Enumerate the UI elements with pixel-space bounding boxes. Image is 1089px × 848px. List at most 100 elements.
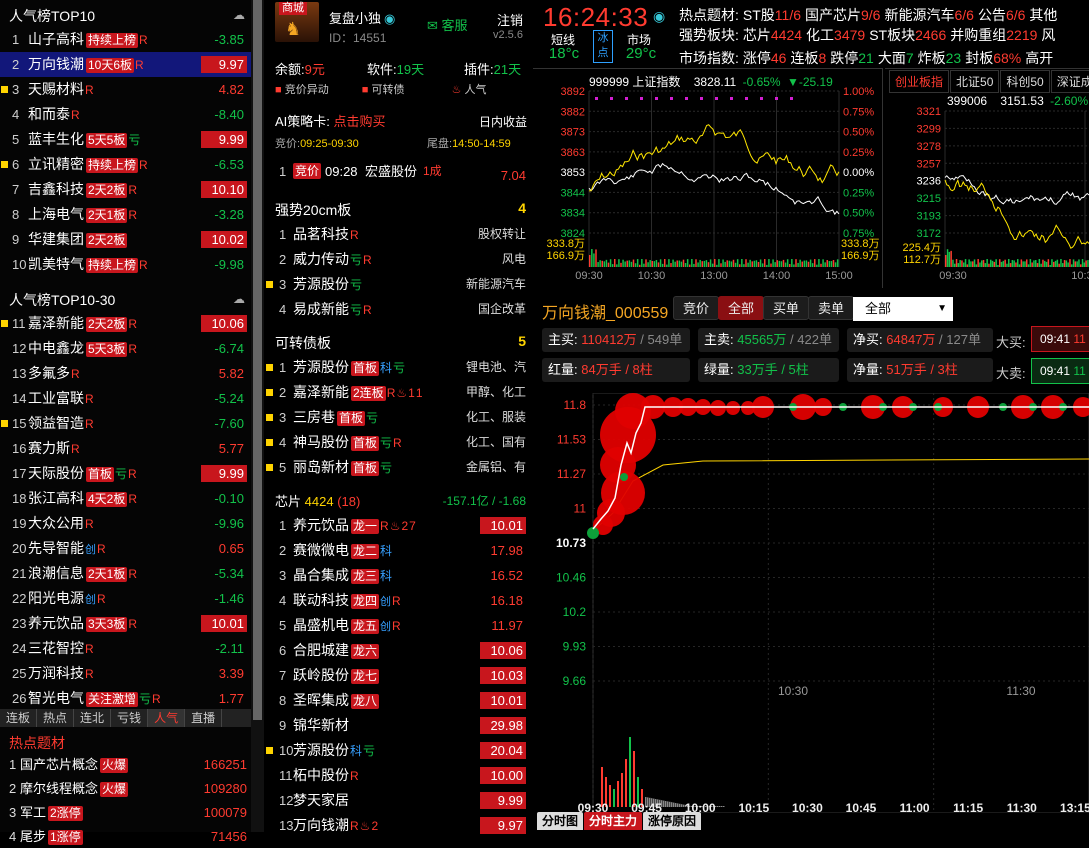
stock-row[interactable]: 17 天际股份 首板 亏R 9.99 (0, 461, 251, 486)
stock-row[interactable]: 3 天赐材料R 4.82 (0, 77, 251, 102)
bottom-tab[interactable]: 涨停原因 (643, 812, 702, 830)
mall-badge[interactable]: 商城 (279, 2, 307, 15)
bottom-tab[interactable]: 分时图 (537, 812, 584, 830)
cloud-icon[interactable]: ☁ (233, 8, 245, 22)
stock-row[interactable]: 3 晶合集成 龙三科 16.52 (265, 563, 532, 588)
stock-row[interactable]: 12 中电鑫龙 5天3板 R -6.74 (0, 336, 251, 361)
big-buy-box[interactable]: 09:41 11 (1031, 326, 1089, 352)
stock-row[interactable]: 1 芳源股份 首板 科亏 锂电池、汽 (265, 355, 532, 380)
hot-topic-row[interactable]: 2 摩尔线程概念 火爆 109280 (0, 777, 251, 800)
stat-name[interactable]: 新能源汽车 (884, 7, 954, 23)
stock-row[interactable]: 19 大众公用R -9.96 (0, 511, 251, 536)
stat-name[interactable]: 风 (1041, 27, 1055, 43)
stock-row[interactable]: 26 智光电气 关注激增 亏R 1.77 (0, 686, 251, 711)
stat-name[interactable]: 其他 (1029, 7, 1057, 23)
stat-name[interactable]: 涨停 (743, 50, 771, 66)
stock-row[interactable]: 11 柘中股份R 10.00 (265, 763, 532, 788)
stock-row[interactable]: 2 嘉泽新能 2连板 R♨11 甲醇、化工 (265, 380, 532, 405)
checkbox-icon[interactable]: ■ (362, 84, 369, 96)
stat-name[interactable]: 公告 (978, 7, 1006, 23)
check-auction[interactable]: 竞价异动 (285, 84, 329, 96)
stock-row[interactable]: 2 赛微微电 龙二科 17.98 (265, 538, 532, 563)
stock-row[interactable]: 10 芳源股份科亏 20.04 (265, 738, 532, 763)
stat-name[interactable]: ST板块 (869, 27, 915, 43)
stat-name[interactable]: 并购重组 (950, 27, 1006, 43)
stock-row[interactable]: 22 阳光电源创R -1.46 (0, 586, 251, 611)
stat-name[interactable]: ST股 (743, 7, 775, 23)
index-chart-2[interactable]: 创业板指北证50科创50深证成指 399006 3151.53 -2.60% 3… (885, 68, 1089, 288)
stock-row[interactable]: 5 晶盛机电 龙五 创R 11.97 (265, 613, 532, 638)
ai-buy-link[interactable]: 点击购买 (334, 114, 386, 129)
stock-row[interactable]: 24 三花智控R -2.11 (0, 636, 251, 661)
bottom-tab[interactable]: 分时主力 (584, 812, 643, 830)
stock-row[interactable]: 18 张江高科 4天2板 R -0.10 (0, 486, 251, 511)
stock-row[interactable]: 4 联动科技 龙四 创R 16.18 (265, 588, 532, 613)
check-popularity[interactable]: 人气 (465, 84, 487, 96)
stat-name[interactable]: 跌停 (830, 50, 858, 66)
hot-topic-row[interactable]: 4 尾步 1涨停 71456 (0, 825, 251, 848)
stock-row[interactable]: 3 芳源股份亏 新能源汽车 (265, 272, 532, 297)
stock-row[interactable]: 15 领益智造R -7.60 (0, 411, 251, 436)
stat-name[interactable]: 大面 (878, 50, 906, 66)
stat-name[interactable]: 化工 (806, 27, 834, 43)
stock-row[interactable]: 21 浪潮信息 2天1板 R -5.34 (0, 561, 251, 586)
hot-topic-row[interactable]: 3 军工 2涨停 100079 (0, 801, 251, 824)
stock-row[interactable]: 13 万向钱潮R♨2 9.97 (265, 813, 532, 838)
stock-row[interactable]: 25 万润科技R 3.39 (0, 661, 251, 686)
left-tab[interactable]: 直播 (185, 709, 223, 727)
intraday-chart[interactable]: 11.8 11.53 11.27 11 10.73 10.46 10.2 9.93 9.66 10… (533, 393, 1089, 813)
left-scroll-thumb[interactable] (253, 0, 262, 720)
stock-row[interactable]: 4 和而泰R -8.40 (0, 102, 251, 127)
stat-name[interactable]: 炸板 (918, 50, 946, 66)
buy-orders-button[interactable]: 买单 (763, 296, 810, 320)
stock-row[interactable]: 7 吉鑫科技 2天2板 R 10.10 (0, 177, 251, 202)
stock-row[interactable]: 2 万向钱潮 10天6板 R 9.97 (0, 52, 251, 77)
stock-row[interactable]: 6 合肥城建 龙六 10.06 (265, 638, 532, 663)
left-tab[interactable]: 亏钱 (111, 709, 149, 727)
stock-row[interactable]: 6 立讯精密 持续上榜 R -6.53 (0, 152, 251, 177)
stock-row[interactable]: 7 跃岭股份 龙七 10.03 (265, 663, 532, 688)
stock-row[interactable]: 4 神马股份 首板 亏R 化工、国有 (265, 430, 532, 455)
stat-name[interactable]: 连板 (790, 50, 818, 66)
big-sell-box[interactable]: 09:41 11 (1031, 358, 1089, 384)
stock-row[interactable]: 5 蓝丰生化 5天5板亏 9.99 (0, 127, 251, 152)
index-chart-1[interactable]: 999999 上证指数 3828.11 -0.65% ▼-25.19 3892 3… (533, 68, 883, 288)
stock-row[interactable]: 10 凯美特气 持续上榜 R -9.98 (0, 252, 251, 277)
stock-row[interactable]: 1 品茗科技R 股权转让 (265, 222, 532, 247)
stat-name[interactable]: 芯片 (743, 27, 771, 43)
stock-row[interactable]: 2 威力传动亏R 风电 (265, 247, 532, 272)
stock-row[interactable]: 14 工业富联R -5.24 (0, 386, 251, 411)
stock-row[interactable]: 12 梦天家居 9.99 (265, 788, 532, 813)
filter-select[interactable]: 全部 ▼ (853, 297, 953, 321)
cloud-icon[interactable]: ☁ (233, 292, 245, 306)
stock-row[interactable]: 20 先导智能创R 0.65 (0, 536, 251, 561)
left-tab[interactable]: 连板 (0, 709, 38, 727)
stock-row[interactable]: 13 多氟多R 5.82 (0, 361, 251, 386)
stock-row[interactable]: 1 山子高科 持续上榜 R -3.85 (0, 27, 251, 52)
auction-button[interactable]: 竞价 (673, 296, 720, 320)
stock-row[interactable]: 8 圣晖集成 龙八 10.01 (265, 688, 532, 713)
stock-row[interactable]: 3 三房巷 首板亏 化工、服装 (265, 405, 532, 430)
stock-row[interactable]: 1 养元饮品 龙一 R♨27 10.01 (265, 513, 532, 538)
stock-row[interactable]: 16 赛力斯R 5.77 (0, 436, 251, 461)
sell-orders-button[interactable]: 卖单 (808, 296, 855, 320)
check-bond[interactable]: 可转债 (372, 84, 405, 96)
stock-row[interactable]: 23 养元饮品 3天3板 R 10.01 (0, 611, 251, 636)
stock-row[interactable]: 9 锦华新材 29.98 (265, 713, 532, 738)
fire-icon[interactable]: ♨ (452, 84, 462, 96)
stat-name[interactable]: 封板 (965, 50, 993, 66)
stock-row[interactable]: 8 上海电气 2天1板 R -3.28 (0, 202, 251, 227)
stat-name[interactable]: 国产芯片 (805, 7, 861, 23)
hot-topic-row[interactable]: 1 国产芯片概念 火爆 166251 (0, 753, 251, 776)
all-button[interactable]: 全部 (718, 296, 765, 320)
stat-name[interactable]: 高开 (1025, 50, 1053, 66)
auction-row[interactable]: 1 竞价 09:28 宏盛股份 1成 7.04 (265, 159, 532, 184)
checkbox-icon[interactable]: ■ (275, 84, 282, 96)
stock-row[interactable]: 11 嘉泽新能 2天2板 R 10.06 (0, 311, 251, 336)
stock-row[interactable]: 4 易成新能亏R 国企改革 (265, 297, 532, 322)
left-tab[interactable]: 热点 (37, 709, 75, 727)
stock-row[interactable]: 5 丽岛新材 首板亏 金属铝、有 (265, 455, 532, 480)
avatar[interactable]: 商城 ♞ (275, 2, 319, 42)
logout-link[interactable]: 注销 (497, 10, 523, 29)
service-link[interactable]: 客服 (442, 18, 468, 33)
